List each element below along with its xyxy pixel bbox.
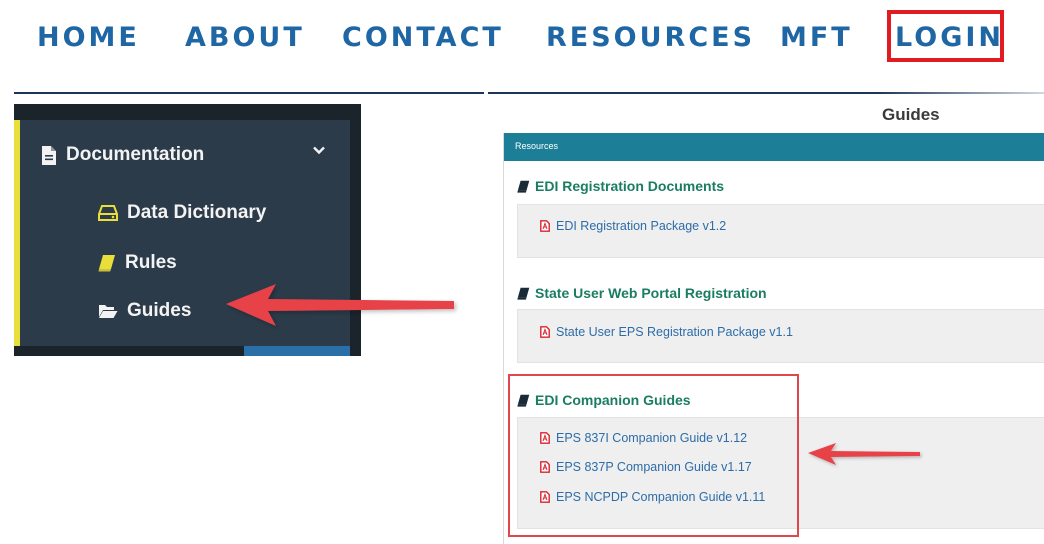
nav-resources-link[interactable]: RESOURCES <box>546 18 755 58</box>
nav-mft-link[interactable]: MFT <box>780 18 853 58</box>
section-title-state-user-portal: State User Web Portal Registration <box>517 285 767 301</box>
right-divider <box>488 92 1044 94</box>
sidebar-item-rules[interactable]: Rules <box>98 252 177 274</box>
section-title-edi-registration: EDI Registration Documents <box>517 178 724 194</box>
sidebar-item-label: Rules <box>125 252 177 273</box>
doc-link-state-user-eps-package[interactable]: State User EPS Registration Package v1.1 <box>540 325 793 339</box>
hdd-icon <box>98 205 118 221</box>
section-box-edi-registration: EDI Registration Package v1.2 <box>517 204 1044 258</box>
sidebar-item-guides[interactable]: Guides <box>98 300 191 322</box>
left-divider <box>14 92 484 94</box>
book-icon <box>517 180 530 193</box>
folder-open-icon <box>99 305 118 318</box>
nav-contact-link[interactable]: CONTACT <box>342 18 504 58</box>
sidebar-item-label: Documentation <box>66 144 205 165</box>
section-box-state-user-portal: State User EPS Registration Package v1.1 <box>517 309 1044 363</box>
sidebar-item-documentation[interactable]: Documentation <box>41 144 204 166</box>
doc-link-edi-registration-package[interactable]: EDI Registration Package v1.2 <box>540 219 726 233</box>
book-icon <box>517 287 530 300</box>
left-pointer-arrow <box>226 284 454 326</box>
nav-home-link[interactable]: HOME <box>37 18 140 58</box>
chevron-down-icon[interactable] <box>313 146 325 155</box>
companion-guides-highlight-box <box>508 374 799 537</box>
panel-header-label: Resources <box>515 141 559 151</box>
nav-about-link[interactable]: ABOUT <box>185 18 305 58</box>
book-icon <box>98 255 115 272</box>
pdf-icon <box>540 326 550 338</box>
top-navigation: HOME ABOUT CONTACT RESOURCES MFT LOGIN <box>0 0 1044 80</box>
pdf-icon <box>540 220 550 232</box>
document-icon <box>42 145 56 165</box>
page-title: Guides <box>882 105 940 124</box>
sidebar-item-label: Guides <box>127 300 192 321</box>
panel-header: Resources <box>504 133 1044 161</box>
right-pointer-arrow <box>808 443 920 465</box>
login-highlight-box <box>887 10 1004 62</box>
sidebar-active-accent <box>14 120 20 356</box>
sidebar-item-data-dictionary[interactable]: Data Dictionary <box>98 202 266 224</box>
sidebar-item-label: Data Dictionary <box>127 202 267 223</box>
